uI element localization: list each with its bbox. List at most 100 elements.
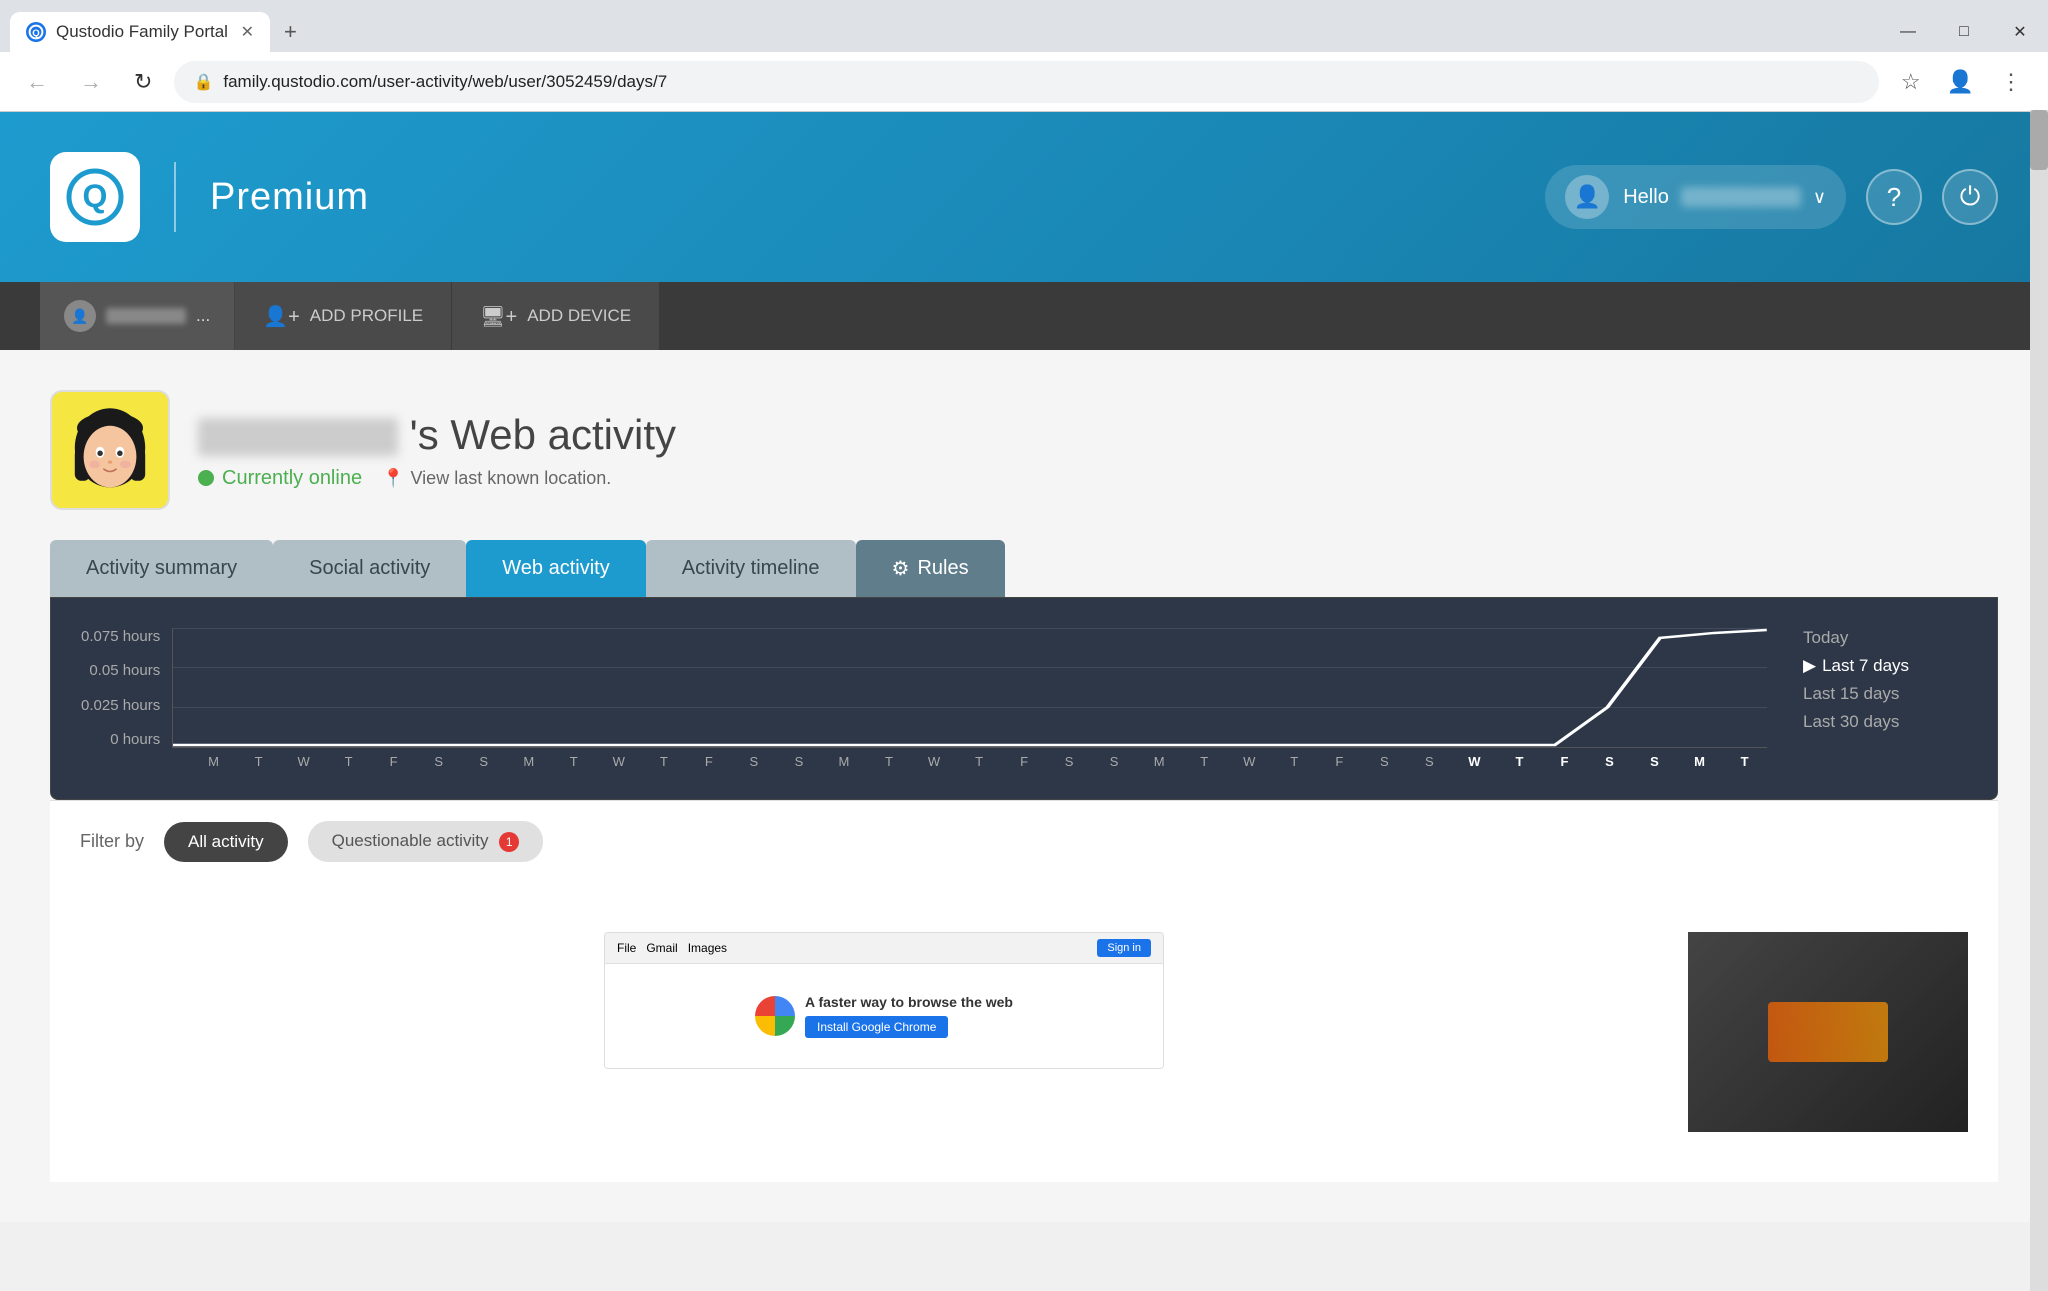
child-info: 's Web activity Currently online 📍 View … — [198, 411, 676, 490]
xl-S8: S — [1407, 754, 1452, 769]
maximize-button[interactable]: □ — [1936, 12, 1992, 52]
last-7-days-selected[interactable]: ▶ Last 7 days — [1803, 656, 1967, 676]
new-tab-button[interactable]: + — [270, 12, 311, 52]
tab-rules[interactable]: ⚙ Rules — [856, 540, 1005, 597]
refresh-button[interactable]: ↻ — [124, 63, 162, 101]
chart-body: 0.075 hours 0.05 hours 0.025 hours 0 hou… — [81, 628, 1767, 748]
power-button[interactable]: ⏻ — [1942, 169, 1998, 225]
gear-icon: ⚙ — [892, 556, 910, 581]
online-dot — [198, 470, 214, 486]
xl-S3: S — [731, 754, 776, 769]
chart-area — [172, 628, 1767, 748]
screenshot-content: A faster way to browse the web Install G… — [605, 964, 1163, 1068]
xl-M4: M — [1137, 754, 1182, 769]
header-right: 👤 Hello ∨ ? ⏻ — [1545, 165, 1998, 229]
scrollbar-thumb[interactable] — [2030, 110, 2048, 170]
browser-tab-active[interactable]: Q Qustodio Family Portal ✕ — [10, 12, 270, 52]
add-profile-button[interactable]: 👤+ ADD PROFILE — [235, 282, 452, 350]
tab-web-activity[interactable]: Web activity — [466, 540, 645, 597]
screenshot-images: Images — [688, 941, 727, 955]
add-profile-icon: 👤+ — [263, 304, 300, 329]
profile-bar: 👤 ... 👤+ ADD PROFILE 🖥+ ADD DEVICE — [0, 282, 2048, 350]
user-avatar-icon: 👤 — [1565, 175, 1609, 219]
profile-tab[interactable]: 👤 ... — [40, 282, 235, 350]
xl-F2: F — [686, 754, 731, 769]
tab-activity-timeline[interactable]: Activity timeline — [646, 540, 856, 597]
questionable-activity-button[interactable]: Questionable activity 1 — [308, 821, 544, 862]
user-hello: Hello ∨ — [1623, 186, 1826, 209]
user-menu[interactable]: 👤 Hello ∨ — [1545, 165, 1846, 229]
chart-main-area: 0.075 hours 0.05 hours 0.025 hours 0 hou… — [81, 628, 1767, 769]
last-30-days-option[interactable]: Last 30 days — [1803, 712, 1967, 732]
chart-wrapper: 0.075 hours 0.05 hours 0.025 hours 0 hou… — [81, 628, 1967, 769]
online-status: Currently online — [198, 467, 362, 490]
screenshot-preview-2 — [1688, 932, 1968, 1132]
forward-button[interactable]: → — [70, 63, 112, 101]
child-header: 's Web activity Currently online 📍 View … — [50, 390, 1998, 510]
location-text: View last known location. — [411, 468, 612, 489]
back-button[interactable]: ← — [16, 63, 58, 101]
xl-T8: T — [1272, 754, 1317, 769]
xl-S7: S — [1362, 754, 1407, 769]
menu-button[interactable]: ⋮ — [1990, 63, 2032, 101]
xl-M3: M — [821, 754, 866, 769]
browser-toolbar: ← → ↻ 🔒 ☆ 👤 ⋮ — [0, 52, 2048, 112]
tab-close-button[interactable]: ✕ — [241, 22, 254, 42]
svg-text:Q: Q — [83, 178, 108, 214]
install-chrome-btn: Install Google Chrome — [805, 1016, 948, 1038]
logo-plan-text: Premium — [210, 176, 369, 219]
profile-avatar-small: 👤 — [64, 300, 96, 332]
xl-S5: S — [1047, 754, 1092, 769]
tab-activity-summary[interactable]: Activity summary — [50, 540, 273, 597]
chrome-text-mock: A faster way to browse the web Install G… — [805, 994, 1013, 1038]
xl-F3: F — [1002, 754, 1047, 769]
window-controls: — □ ✕ — [1880, 12, 2048, 52]
child-avatar — [50, 390, 170, 510]
xl-W-bold: W — [1452, 754, 1497, 769]
questionable-label: Questionable activity — [332, 831, 489, 850]
xl-T2: T — [326, 754, 371, 769]
child-page-title: 's Web activity — [198, 411, 676, 459]
help-button[interactable]: ? — [1866, 169, 1922, 225]
today-label[interactable]: Today — [1803, 628, 1967, 648]
hello-text: Hello — [1623, 186, 1669, 209]
child-status: Currently online 📍 View last known locat… — [198, 467, 676, 490]
add-device-button[interactable]: 🖥+ ADD DEVICE — [452, 282, 659, 350]
line-chart — [173, 628, 1767, 747]
xl-W2: W — [596, 754, 641, 769]
browser-chrome: Q Qustodio Family Portal ✕ + — □ ✕ ← → ↻… — [0, 0, 2048, 112]
screenshot-preview-area: File Gmail Images Sign in A faster way t… — [80, 912, 1688, 1152]
user-profile-button[interactable]: 👤 — [1937, 63, 1984, 101]
tab-social-activity[interactable]: Social activity — [273, 540, 466, 597]
chart-period-selector: Today ▶ Last 7 days Last 15 days Last 30… — [1787, 628, 1967, 769]
toolbar-icons: ☆ 👤 ⋮ — [1891, 63, 2032, 101]
address-bar[interactable]: 🔒 — [174, 61, 1878, 103]
bookmark-button[interactable]: ☆ — [1891, 63, 1931, 101]
logo-divider — [174, 162, 176, 232]
app-header: Q Premium 👤 Hello ∨ ? ⏻ — [0, 112, 2048, 282]
xl-S2: S — [461, 754, 506, 769]
xl-W1: W — [281, 754, 326, 769]
screenshot-area: File Gmail Images Sign in A faster way t… — [50, 882, 1998, 1182]
chart-x-labels: M T W T F S S M T W T F S S M T W — [191, 754, 1767, 769]
close-button[interactable]: ✕ — [1992, 12, 2048, 52]
xl-W4: W — [1227, 754, 1272, 769]
child-name — [198, 418, 398, 456]
url-input[interactable] — [223, 72, 1860, 92]
scrollbar[interactable] — [2030, 110, 2048, 1291]
xl-S-bold: S — [1587, 754, 1632, 769]
add-profile-label: ADD PROFILE — [310, 306, 423, 326]
lock-icon: 🔒 — [193, 72, 213, 92]
screenshot-2-bar — [1768, 1002, 1888, 1062]
location-link[interactable]: 📍 View last known location. — [382, 468, 611, 489]
map-pin-icon: 📍 — [382, 468, 404, 489]
xl-F-bold: F — [1542, 754, 1587, 769]
y-label-2: 0.05 hours — [81, 662, 160, 679]
last-15-days-option[interactable]: Last 15 days — [1803, 684, 1967, 704]
xl-M2: M — [506, 754, 551, 769]
logo-icon: Q — [50, 152, 140, 242]
all-activity-button[interactable]: All activity — [164, 822, 288, 862]
minimize-button[interactable]: — — [1880, 12, 1936, 52]
last-7-label: Last 7 days — [1822, 656, 1909, 676]
profile-ellipsis: ... — [196, 306, 210, 326]
